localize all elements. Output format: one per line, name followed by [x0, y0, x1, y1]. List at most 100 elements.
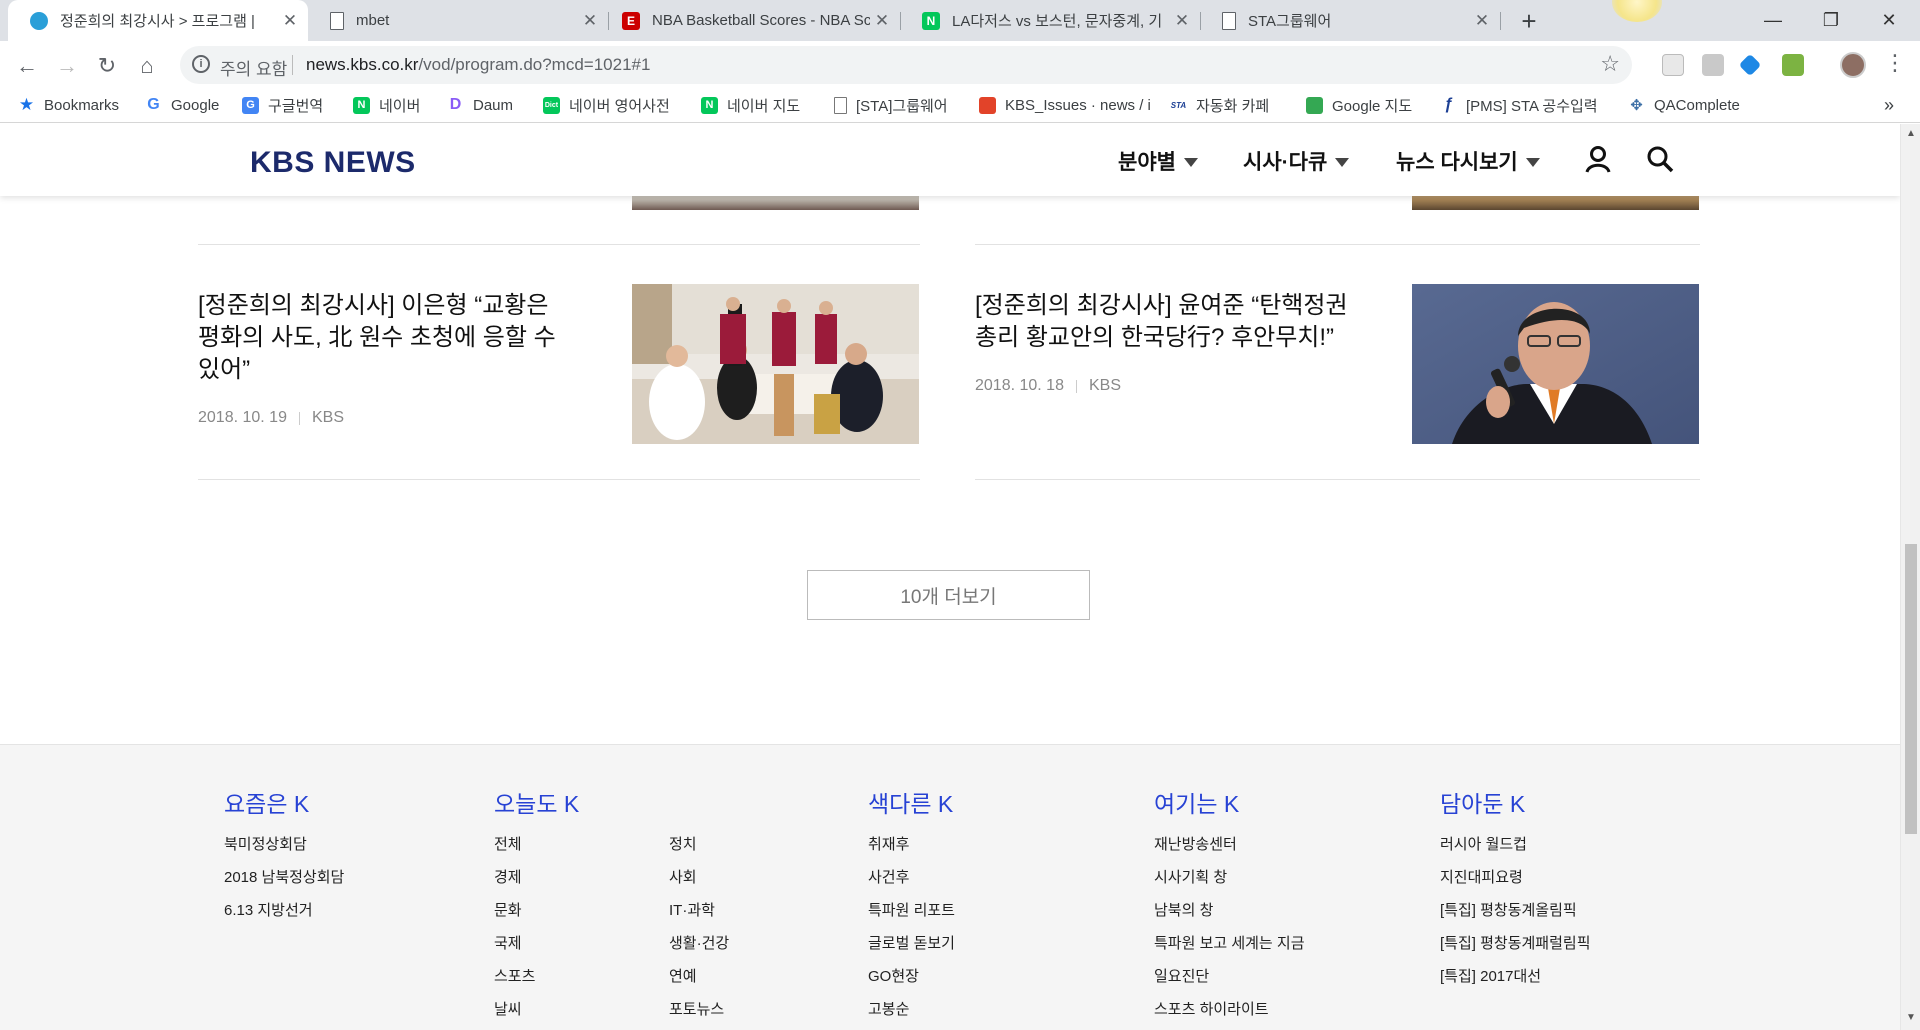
footer-link[interactable]: [특집] 평창동계올림픽 [1440, 899, 1577, 920]
bookmark-item[interactable]: KBS_Issues · news / i [979, 94, 1151, 116]
page-scrollbar[interactable]: ▲ ▼ [1900, 124, 1920, 1030]
footer-link[interactable]: 날씨 [494, 998, 522, 1019]
footer-link[interactable]: 정치 [669, 833, 697, 854]
close-tab-icon[interactable]: ✕ [1470, 11, 1494, 31]
footer-link[interactable]: 연예 [669, 965, 697, 986]
bookmark-item[interactable]: D Daum [447, 94, 513, 116]
footer-link[interactable]: 사회 [669, 866, 697, 887]
tab-nba[interactable]: E NBA Basketball Scores - NBA Sc ✕ [600, 0, 900, 41]
footer-link[interactable]: [특집] 2017대선 [1440, 965, 1541, 986]
footer-link[interactable]: 고봉순 [868, 998, 909, 1019]
footer-link[interactable]: 국제 [494, 932, 522, 953]
url-path: /vod/program.do?mcd=1021#1 [418, 55, 651, 74]
home-icon[interactable]: ⌂ [130, 49, 164, 83]
address-bar[interactable]: i 주의 요함 news.kbs.co.kr/vod/program.do?mc… [180, 46, 1632, 84]
footer-link[interactable]: GO현장 [868, 965, 919, 986]
footer-link[interactable]: IT·과학 [669, 899, 715, 920]
kbs-news-logo[interactable]: KBS NEWS [250, 146, 416, 180]
footer-link[interactable]: 글로벌 돋보기 [868, 932, 955, 953]
load-more-button[interactable]: 10개 더보기 [807, 570, 1090, 620]
page-icon [1222, 11, 1236, 30]
footer-link[interactable]: 경제 [494, 866, 522, 887]
footer-col-title[interactable]: 색다른 K [868, 785, 953, 819]
footer-link[interactable]: 시사기획 창 [1154, 866, 1227, 887]
bookmark-item[interactable]: ★ Bookmarks [18, 94, 119, 116]
bookmark-item[interactable]: [STA]그룹웨어 [834, 94, 948, 116]
article-thumbnail-speaker[interactable] [1412, 284, 1699, 444]
footer-link[interactable]: 일요진단 [1154, 965, 1209, 986]
close-tab-icon[interactable]: ✕ [278, 11, 302, 31]
new-tab-button[interactable]: + [1512, 4, 1546, 38]
tab-sta[interactable]: STA그룹웨어 ✕ [1200, 0, 1500, 41]
forward-arrow-icon[interactable]: → [50, 49, 84, 83]
bookmark-item[interactable]: N 네이버 [353, 94, 420, 116]
scroll-down-arrow-icon[interactable]: ▼ [1906, 1012, 1916, 1023]
footer-link[interactable]: 전체 [494, 833, 522, 854]
nav-replay[interactable]: 뉴스 다시보기 [1396, 146, 1540, 176]
security-label[interactable]: 주의 요함 [220, 55, 287, 80]
close-window-button[interactable]: ✕ [1860, 0, 1918, 41]
bookmark-item[interactable]: G Google [145, 94, 219, 116]
url-text[interactable]: news.kbs.co.kr/vod/program.do?mcd=1021#1 [306, 55, 650, 75]
close-tab-icon[interactable]: ✕ [1170, 11, 1194, 31]
bookmark-item[interactable]: N 네이버 지도 [701, 94, 800, 116]
menu-kebab-icon[interactable]: ⋮ [1884, 50, 1906, 76]
bookmark-item[interactable]: G 구글번역 [242, 94, 323, 116]
footer-col-title[interactable]: 요즘은 K [224, 785, 309, 819]
footer-link[interactable]: 취재후 [868, 833, 909, 854]
tab-kbs[interactable]: 정준희의 최강시사 > 프로그램 | ✕ [8, 0, 308, 41]
footer-link[interactable]: 특파원 보고 세계는 지금 [1154, 932, 1305, 953]
minimize-button[interactable]: — [1744, 0, 1802, 41]
close-tab-icon[interactable]: ✕ [578, 11, 602, 31]
search-icon[interactable] [1645, 144, 1675, 174]
footer-col-title[interactable]: 담아둔 K [1440, 785, 1525, 819]
extension-green-icon[interactable] [1782, 54, 1804, 76]
footer-link[interactable]: 포토뉴스 [669, 998, 724, 1019]
footer-link[interactable]: 러시아 월드컵 [1440, 833, 1527, 854]
bookmark-item[interactable]: STA 자동화 카페 [1170, 94, 1269, 116]
bookmark-item[interactable]: ✥ QAComplete [1628, 94, 1740, 116]
footer-link[interactable]: 6.13 지방선거 [224, 899, 313, 920]
profile-avatar[interactable] [1840, 52, 1866, 78]
info-icon[interactable]: i [192, 55, 210, 73]
footer-link[interactable]: 지진대피요령 [1440, 866, 1523, 887]
tab-dodgers[interactable]: N LA다저스 vs 보스턴, 문자중계, 기 ✕ [900, 0, 1200, 41]
nav-category[interactable]: 분야별 [1118, 146, 1198, 176]
footer-link[interactable]: 재난방송센터 [1154, 833, 1237, 854]
user-icon[interactable] [1583, 144, 1613, 174]
footer-link[interactable]: 남북의 창 [1154, 899, 1213, 920]
tab-mbet[interactable]: mbet ✕ [308, 0, 608, 41]
bookmark-item[interactable]: Dict 네이버 영어사전 [543, 94, 670, 116]
naver-icon: N [353, 96, 370, 114]
article-title[interactable]: [정준희의 최강시사] 윤여준 “탄핵정권 총리 황교안의 한국당行? 후안무치… [975, 290, 1350, 354]
article-title[interactable]: [정준희의 최강시사] 이은형 “교황은 평화의 사도, 北 원수 초청에 응할… [198, 290, 558, 386]
footer-link[interactable]: 북미정상회담 [224, 833, 307, 854]
extension-cast-icon[interactable] [1662, 54, 1684, 76]
close-tab-icon[interactable]: ✕ [870, 11, 894, 31]
bookmark-item[interactable]: ƒ [PMS] STA 공수입력 [1440, 94, 1598, 116]
footer-col-title[interactable]: 여기는 K [1154, 785, 1239, 819]
footer-col-title[interactable]: 오늘도 K [494, 785, 579, 819]
translate-icon: G [242, 96, 259, 114]
footer-link[interactable]: 스포츠 [494, 965, 535, 986]
extension-ex-icon[interactable] [1702, 54, 1724, 76]
bookmark-item[interactable]: Google 지도 [1306, 94, 1412, 116]
scrollbar-thumb[interactable] [1905, 544, 1917, 834]
maximize-button[interactable]: ❐ [1802, 0, 1860, 41]
reload-icon[interactable]: ↻ [90, 49, 124, 83]
footer-link[interactable]: [특집] 평창동계패럴림픽 [1440, 932, 1591, 953]
site-footer: 요즘은 K 북미정상회담 2018 남북정상회담 6.13 지방선거 오늘도 K… [0, 744, 1900, 1030]
footer-link[interactable]: 특파원 리포트 [868, 899, 955, 920]
divider [975, 479, 1700, 480]
scroll-up-arrow-icon[interactable]: ▲ [1906, 128, 1916, 139]
footer-link[interactable]: 문화 [494, 899, 522, 920]
bookmark-star-icon[interactable]: ☆ [1600, 51, 1620, 77]
back-arrow-icon[interactable]: ← [10, 49, 44, 83]
footer-link[interactable]: 2018 남북정상회담 [224, 866, 344, 887]
footer-link[interactable]: 스포츠 하이라이트 [1154, 998, 1269, 1019]
article-thumbnail-pope[interactable] [632, 284, 919, 444]
nav-current-affairs[interactable]: 시사·다큐 [1243, 146, 1350, 176]
bookmarks-overflow-button[interactable]: » [1884, 94, 1894, 116]
footer-link[interactable]: 생활·건강 [669, 932, 729, 953]
footer-link[interactable]: 사건후 [868, 866, 909, 887]
